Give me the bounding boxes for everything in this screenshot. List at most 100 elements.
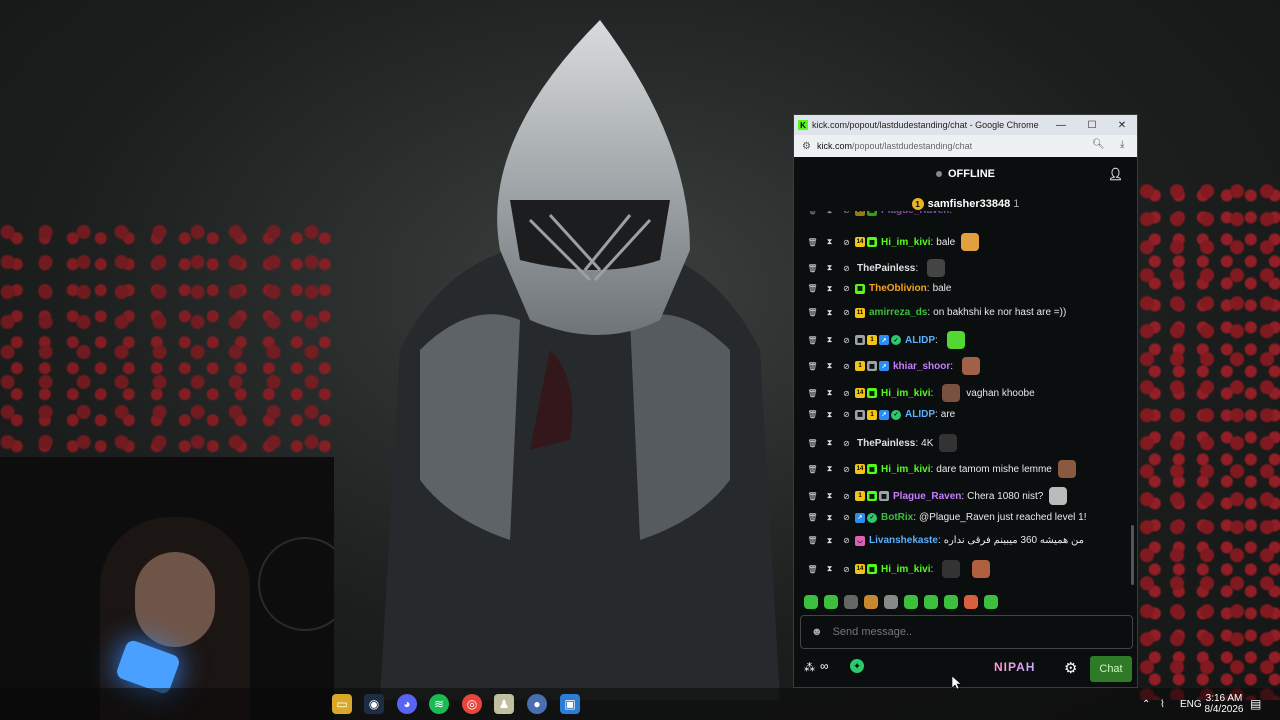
address-bar[interactable]: ⚙ kick.com/popout/lastdudestanding/chat … [794,135,1137,157]
emote-4-icon[interactable] [864,595,878,609]
points-icon[interactable]: ⁂ [804,661,815,674]
delete-message-icon[interactable]: 🗑︎ [807,264,817,273]
chat-message[interactable]: 🗑︎ ⧗ ⊘ ▦ 1 ↗ ✓ ALIDP: are [807,409,955,420]
ban-user-icon[interactable]: ⊘ [842,565,851,574]
ban-user-icon[interactable]: ⊘ [842,439,851,448]
chat-username[interactable]: Plague_Raven [881,211,949,216]
timeout-icon[interactable]: ⧗ [825,410,834,419]
emote-1-icon[interactable] [804,595,818,609]
chat-message[interactable]: 🗑︎ ⧗ ⊘ 1 ▦ ↗ khiar_shoor: [807,357,981,375]
timeout-icon[interactable]: ⧗ [825,513,834,522]
emote-9-icon[interactable] [964,595,978,609]
tray-expand-icon[interactable]: ⌃ [1142,688,1150,720]
delete-message-icon[interactable]: 🗑︎ [807,410,817,419]
message-input-box[interactable]: ☻ [800,615,1133,649]
timeout-icon[interactable]: ⧗ [825,211,834,215]
chat-message-list[interactable]: 🗑︎⧗⊘14▦Plague_Raven:🗑︎⧗⊘14▦Hi_im_kivi:ba… [794,211,1137,583]
chat-username[interactable]: Livanshekaste [869,535,938,546]
timeout-icon[interactable]: ⧗ [825,464,834,474]
settings-gear-icon[interactable]: ⚙ [1064,659,1077,677]
emote-8-icon[interactable] [944,595,958,609]
chat-message[interactable]: 🗑︎ ⧗ ⊘ ThePainless:4K [807,434,958,452]
chat-message[interactable]: 🗑︎ ⧗ ⊘ 14 ▦ Hi_im_kivi: bale [807,233,980,251]
zoom-icon[interactable]: 🔍︎ [1092,139,1105,150]
chat-username[interactable]: ALIDP [905,335,935,346]
message-input[interactable] [830,625,1125,639]
delete-message-icon[interactable]: 🗑︎ [807,389,817,398]
chat-username[interactable]: Hi_im_kivi [881,564,930,575]
delete-message-icon[interactable]: 🗑︎ [807,536,817,545]
timeout-icon[interactable]: ⧗ [825,491,834,501]
chat-message[interactable]: 🗑︎ ⧗ ⊘ ▦ 1 ↗ ✓ ALIDP: [807,331,965,349]
chat-message[interactable]: 🗑︎ ⧗ ⊘ 11 amirreza_ds: on bakhshi ke nor hast… [807,307,1066,318]
chat-username[interactable]: ThePainless [857,263,915,274]
ban-user-icon[interactable]: ⊘ [842,465,851,474]
minimize-button[interactable]: — [1046,115,1076,135]
ban-user-icon[interactable]: ⊘ [842,389,851,398]
chrome-icon[interactable]: ◎ [462,694,482,714]
steam-icon[interactable]: ◉ [364,694,384,714]
window-titlebar[interactable]: K kick.com/popout/lastdudestanding/chat … [794,115,1137,135]
spotify-icon[interactable]: ≋ [429,694,449,714]
emote-10-icon[interactable] [984,595,998,609]
chat-username[interactable]: ThePainless [857,438,915,449]
delete-message-icon[interactable]: 🗑︎ [807,565,817,574]
chat-scrollbar[interactable] [1131,525,1134,585]
ban-user-icon[interactable]: ⊘ [842,238,851,247]
chat-username[interactable]: Plague_Raven [893,491,961,502]
close-button[interactable]: ✕ [1107,115,1137,135]
emote-5-icon[interactable] [884,595,898,609]
ban-user-icon[interactable]: ⊘ [842,284,851,293]
chat-message[interactable]: 🗑︎ ⧗ ⊘ 14 ▦ Hi_im_kivi: vaghan khoobe [807,384,1035,402]
chat-username[interactable]: TheOblivion [869,283,927,294]
timeout-icon[interactable]: ⧗ [825,388,834,398]
chat-username[interactable]: Hi_im_kivi [881,464,930,475]
delete-message-icon[interactable]: 🗑︎ [807,284,817,293]
ban-user-icon[interactable]: ⊘ [842,362,851,371]
users-settings-icon[interactable]: 👤︎ [1108,167,1123,181]
chat-message[interactable]: 🗑︎ ⧗ ⊘ ThePainless: [807,259,946,277]
file-explorer-icon[interactable]: ▭ [332,694,352,714]
infinity-icon[interactable]: ∞ [820,659,829,673]
delete-message-icon[interactable]: 🗑︎ [807,513,817,522]
send-chat-button[interactable]: Chat [1090,656,1132,682]
emoji-picker-icon[interactable]: ☻ [811,626,823,638]
ban-user-icon[interactable]: ⊘ [842,264,851,273]
emote-3-icon[interactable] [844,595,858,609]
timeout-icon[interactable]: ⧗ [825,361,834,371]
delete-message-icon[interactable]: 🗑︎ [807,308,817,317]
ban-user-icon[interactable]: ⊘ [842,308,851,317]
timeout-icon[interactable]: ⧗ [825,438,834,448]
delete-message-icon[interactable]: 🗑︎ [807,439,817,448]
ban-user-icon[interactable]: ⊘ [842,211,851,215]
clock[interactable]: 3:16 AM 8/4/2026 [1204,688,1244,720]
chat-message[interactable]: 🗑︎ ⧗ ⊘ 14▦ Plague_Raven: [807,211,955,216]
emote-6-icon[interactable] [904,595,918,609]
site-settings-icon[interactable]: ⚙ [802,141,811,152]
ban-user-icon[interactable]: ⊘ [842,513,851,522]
maximize-button[interactable]: ☐ [1077,115,1107,135]
network-icon[interactable]: ⌇ [1160,688,1165,720]
timeout-icon[interactable]: ⧗ [825,237,834,247]
delete-message-icon[interactable]: 🗑︎ [807,362,817,371]
chat-message[interactable]: 🗑︎ ⧗ ⊘ ◡ Livanshekaste: من همیشه 360 میبینم ف… [807,535,1084,546]
language-indicator[interactable]: ENG [1180,688,1202,720]
chat-message[interactable]: 🗑︎ ⧗ ⊘ ↗ ✓ BotRix: @Plague_Raven just reached … [807,512,1086,523]
emote-7-icon[interactable] [924,595,938,609]
chat-username[interactable]: Hi_im_kivi [881,388,930,399]
chat-username[interactable]: Hi_im_kivi [881,237,930,248]
delete-message-icon[interactable]: 🗑︎ [807,465,817,474]
app3-icon[interactable]: ▣ [560,694,580,714]
chat-message[interactable]: 🗑︎ ⧗ ⊘ 1 ▦ ▦ Plague_Raven: Chera 1080 nist? [807,487,1068,505]
timeout-icon[interactable]: ⧗ [825,308,834,317]
timeout-icon[interactable]: ⧗ [825,284,834,293]
delete-message-icon[interactable]: 🗑︎ [807,211,817,215]
timeout-icon[interactable]: ⧗ [825,263,834,273]
ban-user-icon[interactable]: ⊘ [842,492,851,501]
ban-user-icon[interactable]: ⊘ [842,410,851,419]
seven-tv-icon[interactable]: ✦ [850,659,864,673]
download-icon[interactable]: ⤓ [1120,139,1124,150]
chat-username[interactable]: khiar_shoor [893,361,950,372]
timeout-icon[interactable]: ⧗ [825,564,834,574]
chat-username[interactable]: amirreza_ds [869,307,927,318]
